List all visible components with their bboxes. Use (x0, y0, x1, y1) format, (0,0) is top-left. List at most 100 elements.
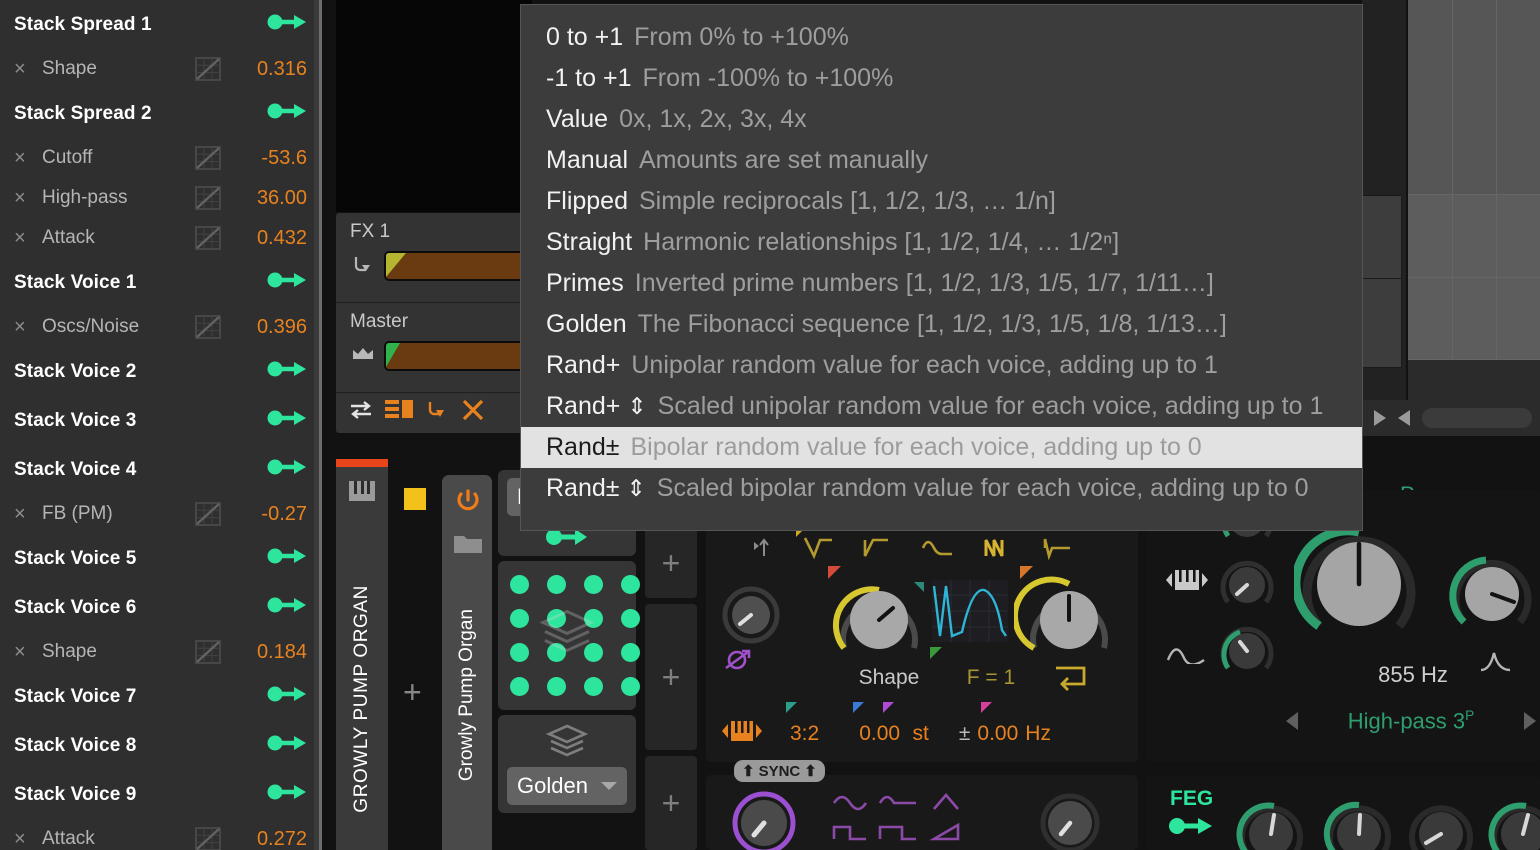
mod-source-row[interactable]: Stack Voice 1 (0, 258, 319, 307)
mod-source-row[interactable]: Stack Voice 8 (0, 721, 319, 770)
remove-modulation-icon[interactable]: × (14, 228, 36, 248)
mod-arrow-icon[interactable] (267, 359, 307, 384)
remove-modulation-icon[interactable]: × (14, 317, 36, 337)
add-mod-button[interactable]: + (645, 528, 697, 598)
mod-source-row[interactable]: Stack Voice 5 (0, 534, 319, 583)
mod-arrow-icon[interactable] (267, 12, 307, 37)
mod-arrow-icon[interactable] (267, 782, 307, 807)
waveform-saw-down-icon[interactable] (796, 526, 834, 567)
dropdown-item[interactable]: -1 to +1 From -100% to +100% (521, 58, 1362, 99)
waveform-sine-icon[interactable] (920, 534, 954, 567)
mod-destination-row[interactable]: × Cutoff -53.6 (0, 138, 319, 178)
mod-arrow-icon[interactable] (267, 684, 307, 709)
feg-sustain-knob[interactable] (1404, 797, 1478, 850)
dropdown-item[interactable]: Rand+ Unipolar random value for each voic… (521, 345, 1362, 386)
mod-destination-row[interactable]: × Oscs/Noise 0.396 (0, 307, 319, 347)
sub-osc-knob[interactable] (728, 787, 800, 850)
mod-amount-value[interactable]: 36.00 (221, 187, 307, 210)
timeline-clip[interactable] (1362, 195, 1402, 285)
send-arrow-icon[interactable] (424, 398, 450, 427)
remove-modulation-icon[interactable]: × (14, 642, 36, 662)
sub-waveform-icons[interactable] (830, 789, 1020, 850)
playhead-up-icon[interactable] (750, 536, 774, 565)
add-track-button[interactable]: + (403, 676, 422, 708)
mod-amount-value[interactable]: 0.272 (221, 828, 307, 850)
mod-arrow-icon[interactable] (267, 408, 307, 433)
remove-modulation-icon[interactable]: × (14, 188, 36, 208)
drive-knob[interactable] (1216, 620, 1278, 687)
add-mod-button[interactable]: + (645, 756, 697, 850)
swap-icon[interactable] (348, 399, 374, 426)
mod-mode-select-2[interactable]: Golden (507, 767, 627, 805)
plugin-strip[interactable]: Growly Pump Organ (442, 475, 492, 850)
rewind-icon[interactable] (1398, 410, 1410, 426)
mod-amount-value[interactable]: -53.6 (221, 147, 307, 170)
unison-knob[interactable] (1012, 566, 1124, 671)
mod-curve-icon[interactable] (195, 57, 221, 81)
power-icon[interactable] (454, 487, 482, 520)
phase-random-icon[interactable] (722, 646, 752, 679)
dropdown-item[interactable]: 0 to +1 From 0% to +100% (521, 17, 1362, 58)
folder-icon[interactable] (452, 531, 484, 562)
dropdown-item[interactable]: Primes Inverted prime numbers [1, 1/2, 1/… (521, 263, 1362, 304)
next-filter-icon[interactable] (1523, 712, 1536, 731)
dropdown-item[interactable]: Value 0x, 1x, 2x, 3x, 4x (521, 99, 1362, 140)
dropdown-item[interactable]: Flipped Simple reciprocals [1, 1/2, 1/3, … (521, 181, 1362, 222)
dropdown-item[interactable]: Golden The Fibonacci sequence [1, 1/2, 1/… (521, 304, 1362, 345)
voice-dot[interactable] (621, 575, 640, 594)
keytrack-icon[interactable] (720, 718, 764, 749)
mod-amount-value[interactable]: 0.316 (221, 58, 307, 81)
sync-badge[interactable]: ⬆ SYNC ⬆ (734, 760, 825, 782)
mixer-strip[interactable]: Master (336, 303, 532, 393)
chevron-down-icon[interactable] (601, 782, 617, 790)
clip-color-chip[interactable] (404, 488, 426, 510)
mod-arrow-icon[interactable] (267, 595, 307, 620)
mod-arrow-icon[interactable] (267, 101, 307, 126)
mod-source-row[interactable]: Stack Voice 2 (0, 347, 319, 396)
dropdown-item[interactable]: Rand+ ⇕ Scaled unipolar random value for e… (521, 386, 1362, 427)
voice-dot[interactable] (510, 575, 529, 594)
resonance-knob[interactable] (1446, 548, 1538, 645)
mod-mode-dropdown-menu[interactable]: 0 to +1 From 0% to +100% -1 to +1 From -100… (520, 4, 1363, 531)
mod-curve-icon[interactable] (195, 827, 221, 850)
mixer-level-bar[interactable] (384, 341, 532, 371)
osc-semitone-value[interactable]: 0.00 (859, 722, 900, 745)
mod-source-row[interactable]: Stack Voice 9 (0, 770, 319, 819)
remove-modulation-icon[interactable]: × (14, 504, 36, 524)
mod-arrow-icon[interactable] (267, 733, 307, 758)
feg-attack-knob[interactable] (1234, 797, 1308, 850)
dropdown-item[interactable]: Straight Harmonic relationships [1, 1/2, … (521, 222, 1362, 263)
modulation-sidebar[interactable]: Stack Spread 1 × Shape 0.316 Stack Spread 2 ×… (0, 0, 322, 850)
mod-destination-row[interactable]: × High-pass 36.00 (0, 178, 319, 218)
voice-dot[interactable] (621, 677, 640, 696)
waveform-custom-icon[interactable] (980, 534, 1014, 567)
dropdown-item[interactable]: Manual Amounts are set manually (521, 140, 1362, 181)
mod-source-row[interactable]: Stack Spread 2 (0, 89, 319, 138)
play-icon[interactable] (1374, 410, 1386, 426)
remove-modulation-icon[interactable]: × (14, 59, 36, 79)
mod-destination-row[interactable]: × FB (PM) -0.27 (0, 494, 319, 534)
voice-dot[interactable] (621, 609, 640, 628)
mod-amount-value[interactable]: -0.27 (221, 503, 307, 526)
voice-dot[interactable] (510, 643, 529, 662)
mod-curve-icon[interactable] (195, 146, 221, 170)
transport-controls[interactable] (1362, 400, 1540, 436)
mod-curve-icon[interactable] (195, 226, 221, 250)
voice-dot[interactable] (621, 643, 640, 662)
mod-destination-row[interactable]: × Attack 0.272 (0, 819, 319, 850)
remove-modulation-icon[interactable]: × (14, 829, 36, 849)
mod-amount-value[interactable]: 0.432 (221, 227, 307, 250)
add-mod-button[interactable]: + (645, 604, 697, 750)
filter-type-selector[interactable]: High-pass 3P (1286, 708, 1536, 734)
keytrack-knob[interactable] (1216, 554, 1278, 621)
voice-dot[interactable] (584, 575, 603, 594)
mod-curve-icon[interactable] (195, 186, 221, 210)
mod-destination-row[interactable]: × Attack 0.432 (0, 218, 319, 258)
close-icon[interactable] (460, 398, 486, 427)
mod-destination-row[interactable]: × Shape 0.316 (0, 49, 319, 89)
mixer-strip[interactable]: FX 1 (336, 213, 532, 303)
voice-dot[interactable] (584, 677, 603, 696)
transport-slider[interactable] (1422, 408, 1532, 428)
sub-level-knob[interactable] (1036, 789, 1104, 850)
mod-source-row[interactable]: Stack Voice 7 (0, 672, 319, 721)
